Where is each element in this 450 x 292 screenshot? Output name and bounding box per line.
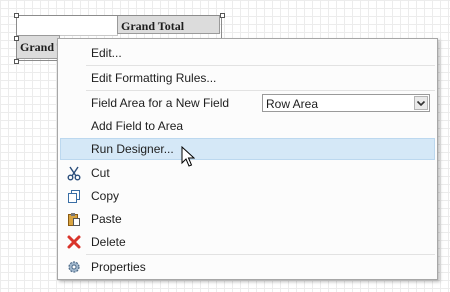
menu-item-label: Edit... <box>91 46 122 60</box>
menu-item-edit[interactable]: Edit... <box>60 42 435 64</box>
menu-item-label: Run Designer... <box>91 142 174 156</box>
menu-item-delete[interactable]: Delete <box>60 231 435 253</box>
field-area-select[interactable]: Row Area <box>262 94 430 112</box>
menu-item-field-area: Field Area for a New Field Row Area <box>60 92 435 114</box>
menu-item-properties[interactable]: Properties <box>60 256 435 278</box>
menu-item-label: Paste <box>91 212 122 226</box>
menu-item-label: Edit Formatting Rules... <box>91 71 217 85</box>
scissors-icon <box>66 165 82 181</box>
copy-icon <box>66 188 82 204</box>
resize-handle-top-left[interactable] <box>14 13 19 18</box>
field-area-select-value: Row Area <box>266 97 319 111</box>
menu-item-cut[interactable]: Cut <box>60 162 435 184</box>
resize-handle-middle-left[interactable] <box>14 36 19 41</box>
menu-item-label: Field Area for a New Field <box>91 96 230 110</box>
menu-separator <box>86 254 435 255</box>
resize-handle-top-right[interactable] <box>220 13 225 18</box>
resize-handle-bottom-left[interactable] <box>14 59 19 64</box>
menu-item-label: Properties <box>91 260 146 274</box>
menu-item-run-designer[interactable]: Run Designer... <box>60 138 435 160</box>
menu-item-label: Copy <box>91 189 120 203</box>
menu-item-label: Delete <box>91 235 126 249</box>
menu-item-add-field[interactable]: Add Field to Area <box>60 115 435 137</box>
context-menu: Edit... Edit Formatting Rules... Field A… <box>57 38 438 280</box>
menu-item-label: Add Field to Area <box>91 119 184 133</box>
menu-separator <box>86 90 435 91</box>
clipboard-icon <box>66 211 82 227</box>
menu-item-edit-formatting-rules[interactable]: Edit Formatting Rules... <box>60 67 435 89</box>
menu-item-paste[interactable]: Paste <box>60 208 435 230</box>
chevron-down-icon[interactable] <box>414 96 428 110</box>
menu-item-copy[interactable]: Copy <box>60 185 435 207</box>
gear-icon <box>66 259 82 275</box>
delete-x-icon <box>66 234 82 250</box>
menu-separator <box>86 65 435 66</box>
mouse-cursor-icon <box>181 145 196 171</box>
menu-item-label: Cut <box>91 166 110 180</box>
